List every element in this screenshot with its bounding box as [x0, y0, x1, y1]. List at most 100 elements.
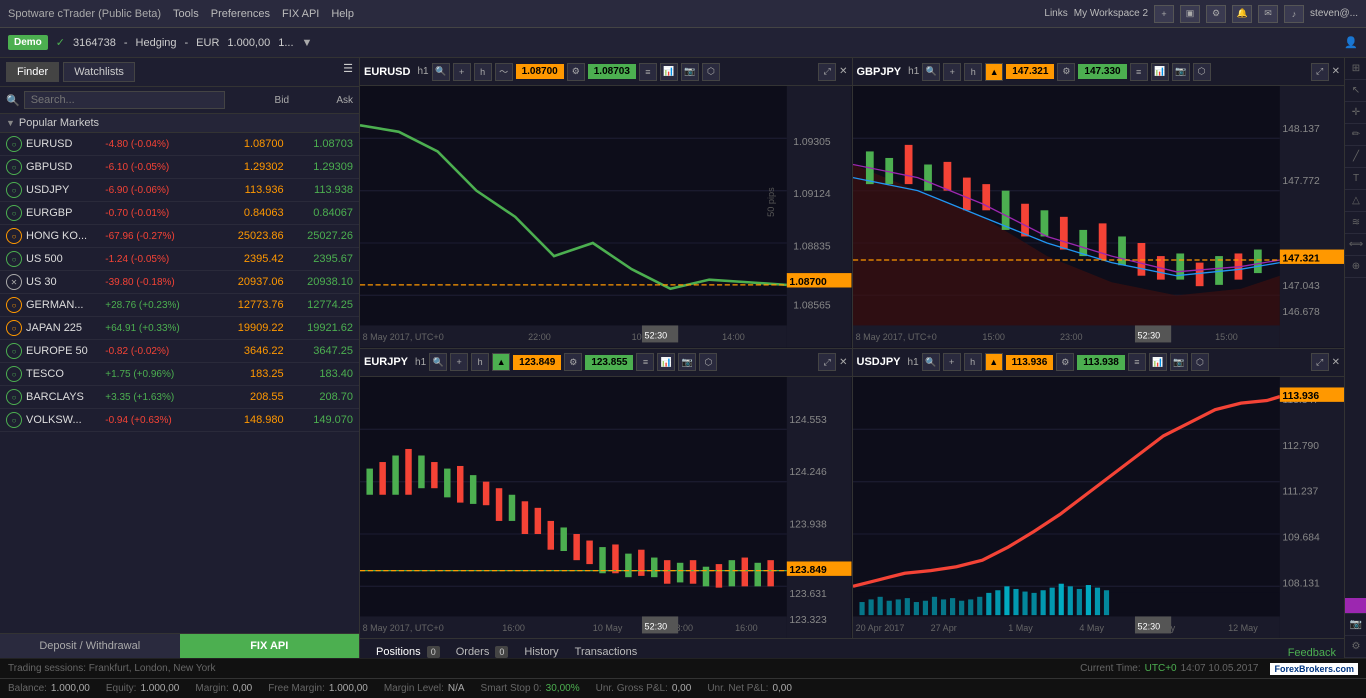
tab-positions[interactable]: Positions 0: [368, 642, 448, 658]
chart-search-btn-usdjpy[interactable]: 🔍: [922, 353, 940, 371]
chart-h-btn-eurusd[interactable]: h: [474, 63, 492, 81]
list-item[interactable]: ○ TESCO +1.75 (+0.96%) 183.25 183.40: [0, 363, 359, 386]
list-item[interactable]: ○ EURUSD -4.80 (-0.04%) 1.08700 1.08703: [0, 133, 359, 156]
chart-add-btn-eurjpy[interactable]: +: [450, 353, 468, 371]
chart-line-btn-eurusd[interactable]: 〜: [495, 63, 513, 81]
chart-tool4-gbpjpy[interactable]: ⬡: [1193, 63, 1211, 81]
list-item[interactable]: ○ EUROPE 50 -0.82 (-0.02%) 3646.22 3647.…: [0, 340, 359, 363]
chart-h-btn-usdjpy[interactable]: h: [964, 353, 982, 371]
list-item[interactable]: ○ GBPUSD -6.10 (-0.05%) 1.29302 1.29309: [0, 156, 359, 179]
chart-close-eurusd[interactable]: ✕: [839, 66, 847, 77]
chart-expand-eurusd[interactable]: ⤢: [818, 63, 836, 81]
chart-search-btn-gbpjpy[interactable]: 🔍: [922, 63, 940, 81]
list-item[interactable]: ○ JAPAN 225 +64.91 (+0.33%) 19909.22 199…: [0, 317, 359, 340]
list-item[interactable]: ✕ US 30 -39.80 (-0.18%) 20937.06 20938.1…: [0, 271, 359, 294]
chart-h-btn-gbpjpy[interactable]: h: [964, 63, 982, 81]
list-item[interactable]: ○ US 500 -1.24 (-0.05%) 2395.42 2395.67: [0, 248, 359, 271]
chart-tool3-eurusd[interactable]: 📷: [681, 63, 699, 81]
rt-btn-pencil[interactable]: ✏: [1345, 124, 1366, 146]
list-item[interactable]: ○ EURGBP -0.70 (-0.01%) 0.84063 0.84067: [0, 202, 359, 225]
sidebar-tab-finder[interactable]: Finder: [6, 62, 59, 82]
account-dropdown-arrow[interactable]: ▼: [302, 37, 313, 49]
chart-expand-usdjpy[interactable]: ⤢: [1311, 353, 1329, 371]
new-order-icon-btn[interactable]: +: [1154, 5, 1174, 23]
chart-add-btn-eurusd[interactable]: +: [453, 63, 471, 81]
chart-tool2-eurjpy[interactable]: 📊: [657, 353, 675, 371]
sidebar-tab-watchlists[interactable]: Watchlists: [63, 62, 135, 82]
sidebar-list-icon[interactable]: ☰: [343, 62, 353, 82]
list-item[interactable]: ○ USDJPY -6.90 (-0.06%) 113.936 113.938: [0, 179, 359, 202]
list-item[interactable]: ○ VOLKSW... -0.94 (+0.63%) 148.980 149.0…: [0, 409, 359, 432]
chart-tool-eurusd[interactable]: ≡: [639, 63, 657, 81]
tab-orders[interactable]: Orders 0: [448, 642, 517, 658]
chart-add-btn-gbpjpy[interactable]: +: [943, 63, 961, 81]
links-btn[interactable]: Links: [1044, 8, 1067, 19]
chart-indicator-eurjpy[interactable]: ▲: [492, 353, 510, 371]
chart-close-eurjpy[interactable]: ✕: [839, 357, 847, 368]
chart-tool4-eurjpy[interactable]: ⬡: [699, 353, 717, 371]
deposit-withdrawal-btn[interactable]: Deposit / Withdrawal: [0, 634, 180, 658]
chart-tool2-gbpjpy[interactable]: 📊: [1151, 63, 1169, 81]
rt-btn-fib[interactable]: ≋: [1345, 212, 1366, 234]
chart-settings-btn-eurusd[interactable]: ⚙: [567, 63, 585, 81]
rt-btn-shapes[interactable]: △: [1345, 190, 1366, 212]
rt-btn-settings[interactable]: ⚙: [1345, 636, 1366, 658]
chart-tool2-eurusd[interactable]: 📊: [660, 63, 678, 81]
fix-api-btn[interactable]: FIX API: [180, 634, 360, 658]
rt-btn-color[interactable]: [1345, 598, 1366, 614]
rt-btn-crosshair[interactable]: ✛: [1345, 102, 1366, 124]
chart-indicator-usdjpy[interactable]: ▲: [985, 353, 1003, 371]
chart-tool4-usdjpy[interactable]: ⬡: [1191, 353, 1209, 371]
nav-preferences[interactable]: Preferences: [211, 8, 270, 20]
chart-tool2-usdjpy[interactable]: 📊: [1149, 353, 1167, 371]
chart-settings-usdjpy[interactable]: ⚙: [1056, 353, 1074, 371]
rt-btn-zoom[interactable]: ⊕: [1345, 256, 1366, 278]
chart-expand-gbpjpy[interactable]: ⤢: [1311, 63, 1329, 81]
chart-tool3-gbpjpy[interactable]: 📷: [1172, 63, 1190, 81]
nav-fixapi[interactable]: FIX API: [282, 8, 319, 20]
volume-icon-btn[interactable]: ♪: [1284, 5, 1304, 23]
list-item[interactable]: ○ GERMAN... +28.76 (+0.23%) 12773.76 127…: [0, 294, 359, 317]
rt-btn-line[interactable]: ╱: [1345, 146, 1366, 168]
rt-btn-grid[interactable]: ⊞: [1345, 58, 1366, 80]
tab-transactions[interactable]: Transactions: [567, 642, 646, 658]
chart-close-usdjpy[interactable]: ✕: [1332, 357, 1340, 368]
chart-add-btn-usdjpy[interactable]: +: [943, 353, 961, 371]
notifications-icon-btn[interactable]: 🔔: [1232, 5, 1252, 23]
chart-settings-eurjpy[interactable]: ⚙: [564, 353, 582, 371]
chart-h-btn-eurjpy[interactable]: h: [471, 353, 489, 371]
rt-btn-camera[interactable]: 📷: [1345, 614, 1366, 636]
chart-tool3-eurjpy[interactable]: 📷: [678, 353, 696, 371]
chart-indicator-gbpjpy[interactable]: ▲: [985, 63, 1003, 81]
chart-tool-usdjpy[interactable]: ≡: [1128, 353, 1146, 371]
svg-text:123.849: 123.849: [789, 565, 827, 576]
account-avatar-btn[interactable]: 👤: [1344, 36, 1358, 49]
chart-icon-btn[interactable]: ▣: [1180, 5, 1200, 23]
chart-search-btn-eurusd[interactable]: 🔍: [432, 63, 450, 81]
feedback-btn[interactable]: Feedback: [1288, 647, 1336, 658]
settings-icon-btn[interactable]: ⚙: [1206, 5, 1226, 23]
chart-settings-gbpjpy[interactable]: ⚙: [1057, 63, 1075, 81]
rt-btn-text[interactable]: T: [1345, 168, 1366, 190]
chart-close-gbpjpy[interactable]: ✕: [1332, 66, 1340, 77]
list-item[interactable]: ○ BARCLAYS +3.35 (+1.63%) 208.55 208.70: [0, 386, 359, 409]
email-icon-btn[interactable]: ✉: [1258, 5, 1278, 23]
chart-tool-eurjpy[interactable]: ≡: [636, 353, 654, 371]
workspace-btn[interactable]: My Workspace 2: [1074, 8, 1148, 19]
list-item[interactable]: ○ HONG KO... -67.96 (-0.27%) 25023.86 25…: [0, 225, 359, 248]
market-icon-japan: ○: [6, 320, 22, 336]
chart-expand-eurjpy[interactable]: ⤢: [818, 353, 836, 371]
nav-help[interactable]: Help: [331, 8, 354, 20]
chart-search-btn-eurjpy[interactable]: 🔍: [429, 353, 447, 371]
nav-tools[interactable]: Tools: [173, 8, 199, 20]
chart-tool-gbpjpy[interactable]: ≡: [1130, 63, 1148, 81]
tab-history[interactable]: History: [516, 642, 566, 658]
rt-btn-measure[interactable]: ⟺: [1345, 234, 1366, 256]
sessions-bar: Trading sessions: Frankfurt, London, New…: [0, 658, 1366, 678]
margin-level-value: N/A: [448, 683, 465, 694]
search-input[interactable]: [24, 91, 225, 109]
chart-tool3-usdjpy[interactable]: 📷: [1170, 353, 1188, 371]
rt-btn-cursor[interactable]: ↖: [1345, 80, 1366, 102]
chart-tool4-eurusd[interactable]: ⬡: [702, 63, 720, 81]
popular-markets-section[interactable]: ▼ Popular Markets: [0, 114, 359, 133]
